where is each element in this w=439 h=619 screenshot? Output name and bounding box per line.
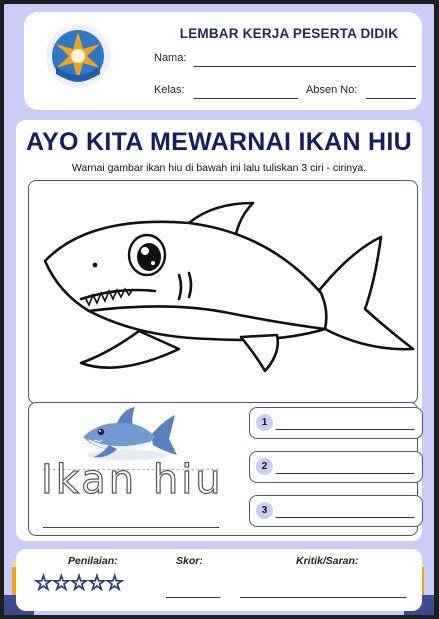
school-logo-icon xyxy=(46,24,110,88)
name-label: Nama: xyxy=(154,52,187,64)
shark-outline-drawing xyxy=(43,201,415,373)
absence-number-label: Absen No: xyxy=(306,84,358,96)
worksheet-instruction: Warnai gambar ikan hiu di bawah ini lalu… xyxy=(71,162,367,174)
writing-area: Ikan hiu 1 2 3 xyxy=(28,402,423,536)
answer-box-3[interactable]: 3 xyxy=(249,495,423,527)
assessment-footer: Penilaian: Skor: Kritik/Saran: ☆☆☆☆☆ xyxy=(16,549,422,611)
score-field[interactable] xyxy=(166,597,220,598)
shark-illustration-icon xyxy=(83,407,177,460)
worksheet-page: LEMBAR KERJA PESERTA DIDIK Nama: Kelas: … xyxy=(4,4,434,615)
answer-box-1[interactable]: 1 xyxy=(249,407,423,439)
star-rating[interactable]: ☆☆☆☆☆ xyxy=(33,571,124,596)
class-label: Kelas: xyxy=(154,84,185,96)
feedback-field[interactable] xyxy=(240,597,406,598)
worksheet-card: AYO KITA MEWARNAI IKAN HIU Warnai gambar… xyxy=(16,120,423,541)
coloring-area[interactable] xyxy=(28,180,418,404)
name-field[interactable] xyxy=(194,66,416,67)
answer-number: 1 xyxy=(256,414,273,431)
header-title: LEMBAR KERJA PESERTA DIDIK xyxy=(179,26,399,41)
worksheet-title: AYO KITA MEWARNAI IKAN HIU xyxy=(25,128,413,156)
header-card: LEMBAR KERJA PESERTA DIDIK Nama: Kelas: … xyxy=(24,12,422,110)
answer-number: 3 xyxy=(256,502,273,519)
answer-box-2[interactable]: 2 xyxy=(249,451,423,483)
absence-number-field[interactable] xyxy=(366,98,416,99)
trace-word: Ikan hiu xyxy=(40,456,224,503)
class-field[interactable] xyxy=(194,98,298,99)
feedback-label: Kritik/Saran: xyxy=(296,555,359,567)
writing-line[interactable] xyxy=(43,527,219,528)
answer-number: 2 xyxy=(256,458,273,475)
assessment-label: Penilaian: xyxy=(68,555,118,567)
score-label: Skor: xyxy=(176,555,203,567)
